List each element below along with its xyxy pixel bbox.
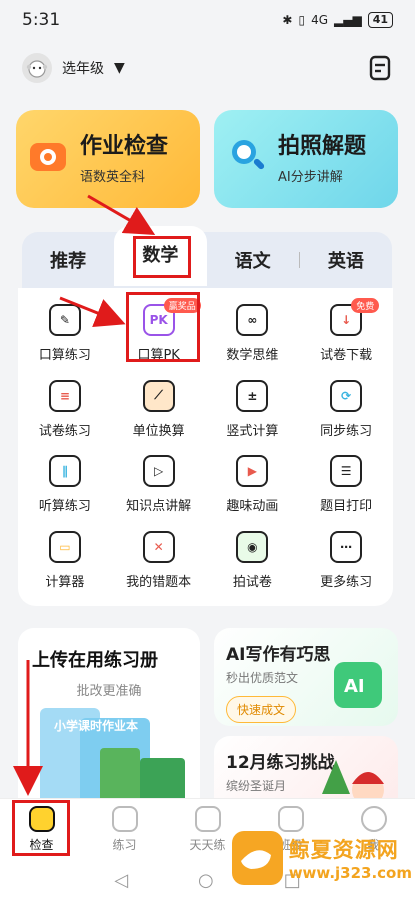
tool-label: 听算练习 xyxy=(38,499,91,515)
tool-vertical-calc[interactable]: ± 竖式计算 xyxy=(206,372,300,448)
sync-book-icon: ⟳ xyxy=(330,379,363,412)
video-icon: ▶ xyxy=(236,455,269,488)
feature-title: 作业检查 xyxy=(80,134,169,159)
tool-label: 拍试卷 xyxy=(232,574,272,590)
scan-document-icon[interactable] xyxy=(365,53,395,83)
status-icons: ✱ ▯ 4G ▂▄▆ 41 xyxy=(282,12,393,28)
ai-doc-icon: AI xyxy=(334,662,382,708)
tool-label: 口算练习 xyxy=(38,348,91,364)
tool-photo-paper[interactable]: ◉ 拍试卷 xyxy=(206,523,300,599)
grade-label[interactable]: 选年级 xyxy=(62,58,104,78)
card-title: 上传在用练习册 xyxy=(32,650,158,671)
tool-label: 趣味动画 xyxy=(226,499,279,515)
tool-fun-animation[interactable]: ▶ 趣味动画 xyxy=(206,447,300,523)
tool-label: 竖式计算 xyxy=(226,423,279,439)
watermark: 鲸夏资源网 www.j323.com xyxy=(232,828,412,888)
calendar-check-nav-icon xyxy=(194,806,221,832)
subject-tabs: 推荐 数学 语文 英语 xyxy=(22,226,392,288)
network-label: 4G xyxy=(311,13,328,27)
tool-paper-download[interactable]: 免费 ↓ 试卷下载 xyxy=(299,296,393,372)
tool-sync-practice[interactable]: ⟳ 同步练习 xyxy=(299,372,393,448)
printer-icon: ☰ xyxy=(330,455,363,488)
bluetooth-icon: ✱ xyxy=(282,13,293,27)
avatar[interactable] xyxy=(22,53,52,83)
tab-recommend[interactable]: 推荐 xyxy=(22,247,114,273)
tool-paper-practice[interactable]: ≡ 试卷练习 xyxy=(18,372,112,448)
tool-label: 我的错题本 xyxy=(126,574,192,590)
free-badge: 免费 xyxy=(351,298,380,313)
feature-subtitle: AI分步讲解 xyxy=(278,170,343,185)
calculator-icon: ▭ xyxy=(48,530,81,563)
feature-subtitle: 语数英全科 xyxy=(80,170,146,185)
monkey-avatar-icon xyxy=(26,60,48,78)
whale-logo-icon xyxy=(232,831,283,885)
top-bar: 选年级 ▼ xyxy=(22,50,395,86)
tool-label: 更多练习 xyxy=(320,574,373,590)
tool-label: 题目打印 xyxy=(320,499,373,515)
tool-listening-calc[interactable]: ∥ 听算练习 xyxy=(18,447,112,523)
infinity-bubble-icon: ∞ xyxy=(236,304,269,337)
tool-label: 计算器 xyxy=(45,574,85,590)
tool-mistake-book[interactable]: ✕ 我的错题本 xyxy=(112,523,206,599)
math-tools-grid: ✎ 口算练习 赢奖品 PK 口算PK ∞ 数学思维 免费 ↓ 试卷下载 ≡ 试卷练习 ⟋ 单位换… xyxy=(18,288,393,606)
tool-label: 数学思维 xyxy=(226,348,279,364)
homework-check-card[interactable]: 作业检查 语数英全科 xyxy=(16,110,200,208)
status-bar: 5:31 ✱ ▯ 4G ▂▄▆ 41 xyxy=(0,0,415,40)
status-time: 5:31 xyxy=(22,10,61,30)
highlight-check-nav xyxy=(12,800,70,856)
tool-math-thinking[interactable]: ∞ 数学思维 xyxy=(206,296,300,372)
watermark-url: www.j323.com xyxy=(288,864,412,882)
more-book-icon: ⋯ xyxy=(330,530,363,563)
camera-icon: ◉ xyxy=(236,530,269,563)
battery-indicator: 41 xyxy=(367,12,393,28)
home-icon[interactable]: ○ xyxy=(198,870,214,891)
nav-label: 练习 xyxy=(112,838,137,852)
audio-wave-icon: ∥ xyxy=(48,455,81,488)
signal-icon: ▂▄▆ xyxy=(334,13,362,27)
watermark-name: 鲸夏资源网 xyxy=(288,838,399,862)
mistake-book-icon: ✕ xyxy=(142,530,175,563)
card-subtitle: 批改更准确 xyxy=(76,684,142,699)
nav-label: 天天练 xyxy=(189,838,226,852)
ruler-icon: ⟋ xyxy=(142,379,175,412)
screen-play-icon: ▷ xyxy=(142,455,175,488)
nav-practice[interactable]: 练习 xyxy=(83,806,166,853)
upload-workbook-card[interactable]: 上传在用练习册 批改更准确 小学课时作业本 xyxy=(18,628,200,818)
tool-label: 同步练习 xyxy=(320,423,373,439)
tab-chinese[interactable]: 语文 xyxy=(207,247,299,273)
back-icon[interactable]: ◁ xyxy=(114,870,128,891)
vibrate-icon: ▯ xyxy=(298,13,306,27)
highlight-oral-pk xyxy=(126,292,200,362)
tool-knowledge-lecture[interactable]: ▷ 知识点讲解 xyxy=(112,447,206,523)
tool-oral-practice[interactable]: ✎ 口算练习 xyxy=(18,296,112,372)
photo-solve-card[interactable]: 拍照解题 AI分步讲解 xyxy=(214,110,398,208)
grade-selector[interactable]: 选年级 ▼ xyxy=(22,53,125,83)
book-title-text: 小学课时作业本 xyxy=(54,718,138,733)
tool-label: 单位换算 xyxy=(132,423,185,439)
pencil-nav-icon xyxy=(111,806,138,832)
tool-unit-conversion[interactable]: ⟋ 单位换算 xyxy=(112,372,206,448)
ai-writing-card[interactable]: AI写作有巧思 秒出优质范文 快速成文 AI xyxy=(214,628,398,726)
quick-write-button[interactable]: 快速成文 xyxy=(226,696,297,723)
dropdown-triangle-icon: ▼ xyxy=(114,60,125,76)
tool-print[interactable]: ☰ 题目打印 xyxy=(299,447,393,523)
pencil-board-icon: ✎ xyxy=(48,304,81,337)
highlight-math-tab xyxy=(133,236,191,278)
tool-calculator[interactable]: ▭ 计算器 xyxy=(18,523,112,599)
camera-check-icon xyxy=(30,143,66,171)
vertical-calc-icon: ± xyxy=(236,379,269,412)
tab-english[interactable]: 英语 xyxy=(300,247,392,273)
paper-100-icon: ≡ xyxy=(48,379,81,412)
magnifier-icon xyxy=(232,140,265,170)
tool-label: 试卷下载 xyxy=(320,348,373,364)
svg-text:AI: AI xyxy=(344,676,365,697)
tool-label: 知识点讲解 xyxy=(126,499,192,515)
tool-more-practice[interactable]: ⋯ 更多练习 xyxy=(299,523,393,599)
feature-title: 拍照解题 xyxy=(278,134,367,159)
tool-label: 试卷练习 xyxy=(38,423,91,439)
